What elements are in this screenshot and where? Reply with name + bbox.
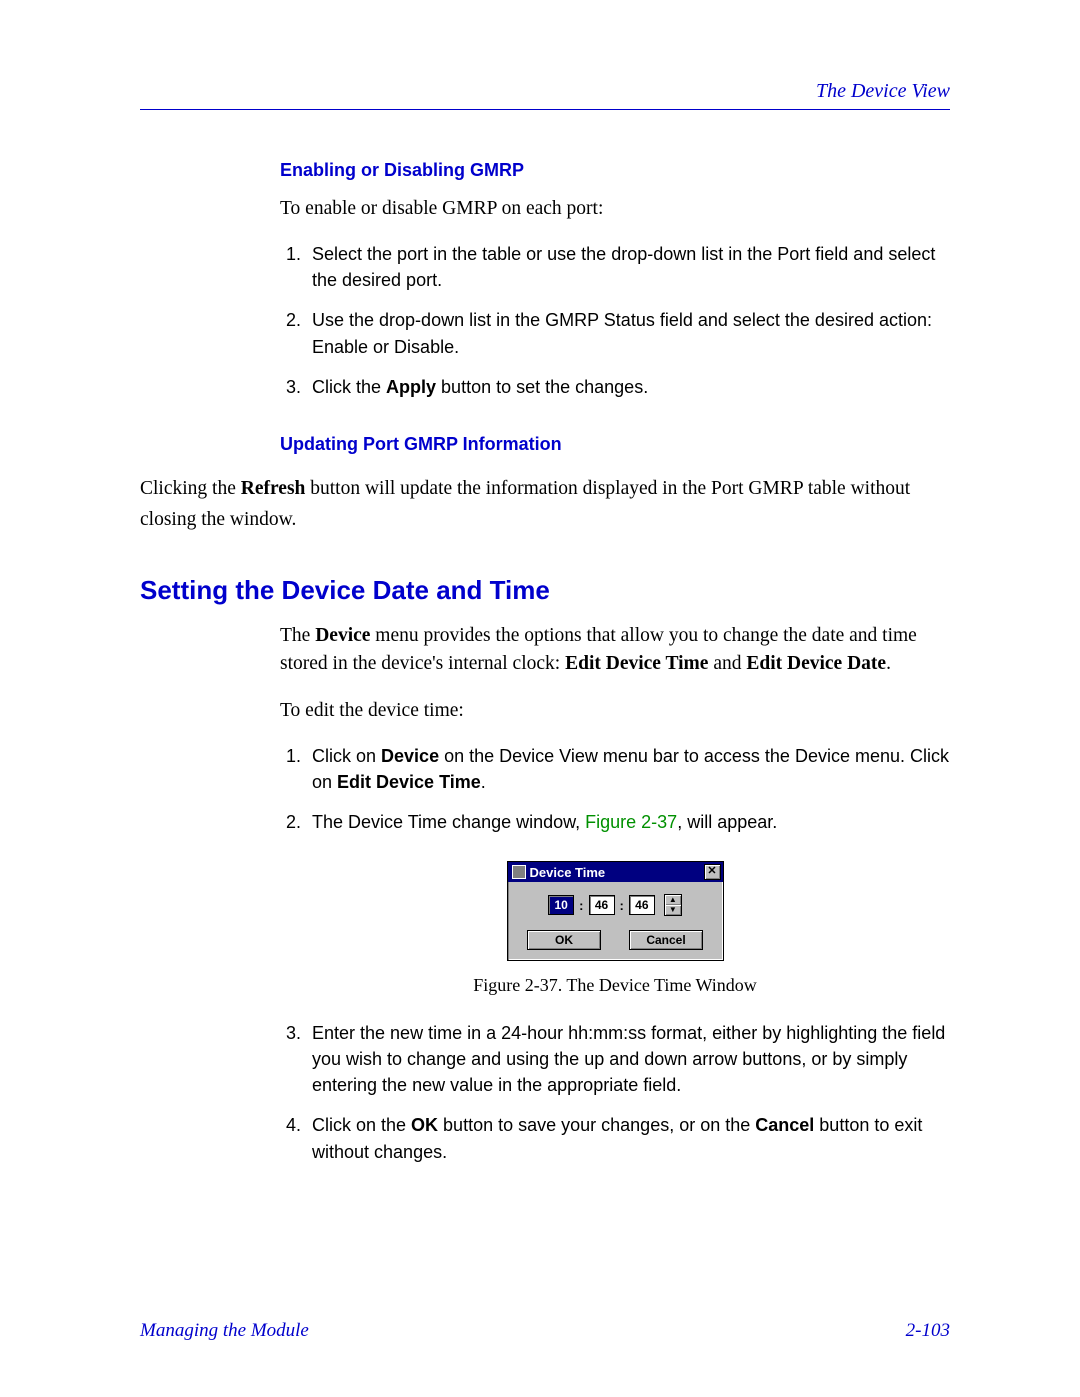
para-update-gmrp: Clicking the Refresh button will update … <box>140 473 950 535</box>
colon: : <box>577 898 585 913</box>
step-item: Click on the OK button to save your chan… <box>306 1112 950 1164</box>
text: . <box>886 653 891 674</box>
ok-button[interactable]: OK <box>527 930 601 950</box>
emphasis: Edit Device Date <box>746 653 886 674</box>
window-icon <box>512 865 526 879</box>
window-titlebar[interactable]: Device Time ✕ <box>508 862 723 882</box>
step-item: Enter the new time in a 24-hour hh:mm:ss… <box>306 1020 950 1098</box>
spinner: ▲ ▼ <box>664 894 682 916</box>
time-input-row: 10 : 46 : 46 ▲ ▼ <box>518 894 713 916</box>
hours-field[interactable]: 10 <box>548 895 574 915</box>
text: Clicking the <box>140 478 241 499</box>
page-header: The Device View <box>140 80 950 103</box>
step-item: Click the Apply button to set the change… <box>306 374 950 400</box>
device-time-window: Device Time ✕ 10 : 46 : 46 ▲ ▼ <box>507 861 724 961</box>
emphasis: Device <box>381 746 439 766</box>
close-icon[interactable]: ✕ <box>704 864 721 880</box>
header-section-link[interactable]: The Device View <box>816 80 950 102</box>
minutes-field[interactable]: 46 <box>589 895 615 915</box>
subheading-enable-gmrp: Enabling or Disabling GMRP <box>280 160 950 181</box>
window-title: Device Time <box>530 865 606 880</box>
text: Click the <box>312 377 386 397</box>
colon: : <box>618 898 626 913</box>
intro-date-time: The Device menu provides the options tha… <box>280 622 950 679</box>
intro-enable-gmrp: To enable or disable GMRP on each port: <box>280 195 950 223</box>
text: and <box>708 653 746 674</box>
emphasis-apply: Apply <box>386 377 436 397</box>
seconds-field[interactable]: 46 <box>629 895 655 915</box>
step-item: Select the port in the table or use the … <box>306 241 950 293</box>
page-footer: Managing the Module 2-103 <box>140 1320 950 1342</box>
spinner-up-button[interactable]: ▲ <box>665 895 681 905</box>
figure-caption: Figure 2-37. The Device Time Window <box>280 975 950 996</box>
header-divider <box>140 109 950 110</box>
steps-enable-gmrp: Select the port in the table or use the … <box>280 241 950 399</box>
text: , will appear. <box>677 812 777 832</box>
step-item: Click on Device on the Device View menu … <box>306 743 950 795</box>
emphasis-refresh: Refresh <box>241 478 306 499</box>
text: button to save your changes, or on the <box>438 1115 755 1135</box>
text: button to set the changes. <box>436 377 648 397</box>
footer-page-number: 2-103 <box>906 1320 950 1342</box>
figure-device-time: Device Time ✕ 10 : 46 : 46 ▲ ▼ <box>280 861 950 996</box>
text: Click on the <box>312 1115 411 1135</box>
section-enable-gmrp: Enabling or Disabling GMRP To enable or … <box>280 160 950 455</box>
steps-edit-time-b: Enter the new time in a 24-hour hh:mm:ss… <box>280 1020 950 1164</box>
emphasis: Device <box>315 625 370 646</box>
spinner-down-button[interactable]: ▼ <box>665 905 681 915</box>
text: Click on <box>312 746 381 766</box>
window-button-row: OK Cancel <box>518 930 713 950</box>
window-body: 10 : 46 : 46 ▲ ▼ OK Cancel <box>508 882 723 960</box>
cancel-button[interactable]: Cancel <box>629 930 703 950</box>
text: The Device Time change window, <box>312 812 585 832</box>
steps-edit-time-a: Click on Device on the Device View menu … <box>280 743 950 835</box>
emphasis: Edit Device Time <box>565 653 708 674</box>
section-title-date-time: Setting the Device Date and Time <box>140 575 950 606</box>
emphasis: Cancel <box>755 1115 814 1135</box>
page: The Device View Enabling or Disabling GM… <box>0 0 1080 1397</box>
text: The <box>280 625 315 646</box>
step-item: The Device Time change window, Figure 2-… <box>306 809 950 835</box>
figure-reference-link[interactable]: Figure 2-37 <box>585 812 677 832</box>
section-date-time: The Device menu provides the options tha… <box>280 622 950 1165</box>
lead-edit-time: To edit the device time: <box>280 697 950 725</box>
subheading-update-gmrp: Updating Port GMRP Information <box>280 434 950 455</box>
step-item: Use the drop-down list in the GMRP Statu… <box>306 307 950 359</box>
emphasis: OK <box>411 1115 438 1135</box>
text: . <box>481 772 486 792</box>
footer-left: Managing the Module <box>140 1320 309 1342</box>
emphasis: Edit Device Time <box>337 772 481 792</box>
